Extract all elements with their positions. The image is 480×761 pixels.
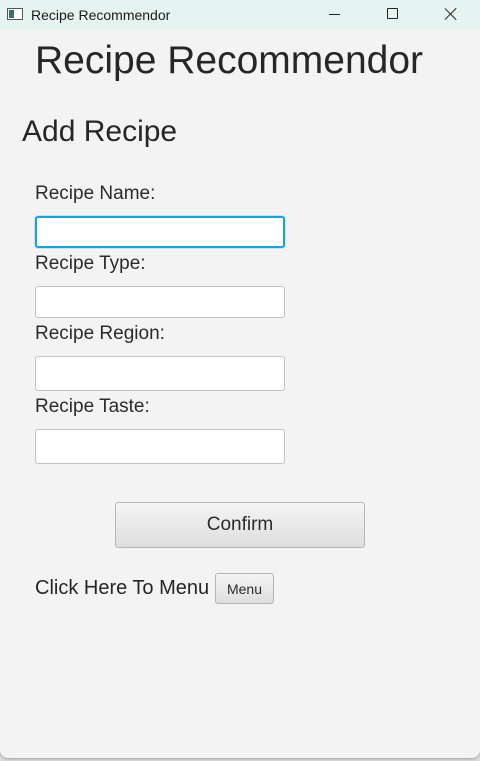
recipe-region-label: Recipe Region: (35, 323, 165, 344)
minimize-button[interactable] (305, 0, 363, 30)
menu-button[interactable]: Menu (215, 573, 274, 604)
app-window-icon (7, 8, 23, 20)
maximize-button[interactable] (364, 0, 422, 30)
app-window: Recipe Recommendor Recipe Recommendor Ad… (0, 0, 480, 758)
title-bar[interactable]: Recipe Recommendor (0, 0, 480, 30)
minimize-icon (329, 14, 340, 15)
menu-prompt-text: Click Here To Menu (35, 577, 210, 599)
recipe-region-input[interactable] (35, 356, 285, 391)
recipe-taste-input[interactable] (35, 429, 285, 464)
recipe-type-label: Recipe Type: (35, 253, 146, 274)
close-button[interactable] (422, 0, 480, 30)
maximize-icon (387, 8, 398, 19)
app-heading: Recipe Recommendor (35, 39, 424, 82)
close-icon (444, 7, 458, 21)
section-heading: Add Recipe (22, 115, 178, 148)
confirm-button[interactable]: Confirm (115, 502, 365, 548)
recipe-name-input[interactable] (35, 216, 285, 248)
recipe-taste-label: Recipe Taste: (35, 396, 150, 417)
recipe-type-input[interactable] (35, 286, 285, 318)
window-title: Recipe Recommendor (31, 7, 171, 23)
recipe-name-label: Recipe Name: (35, 183, 156, 204)
